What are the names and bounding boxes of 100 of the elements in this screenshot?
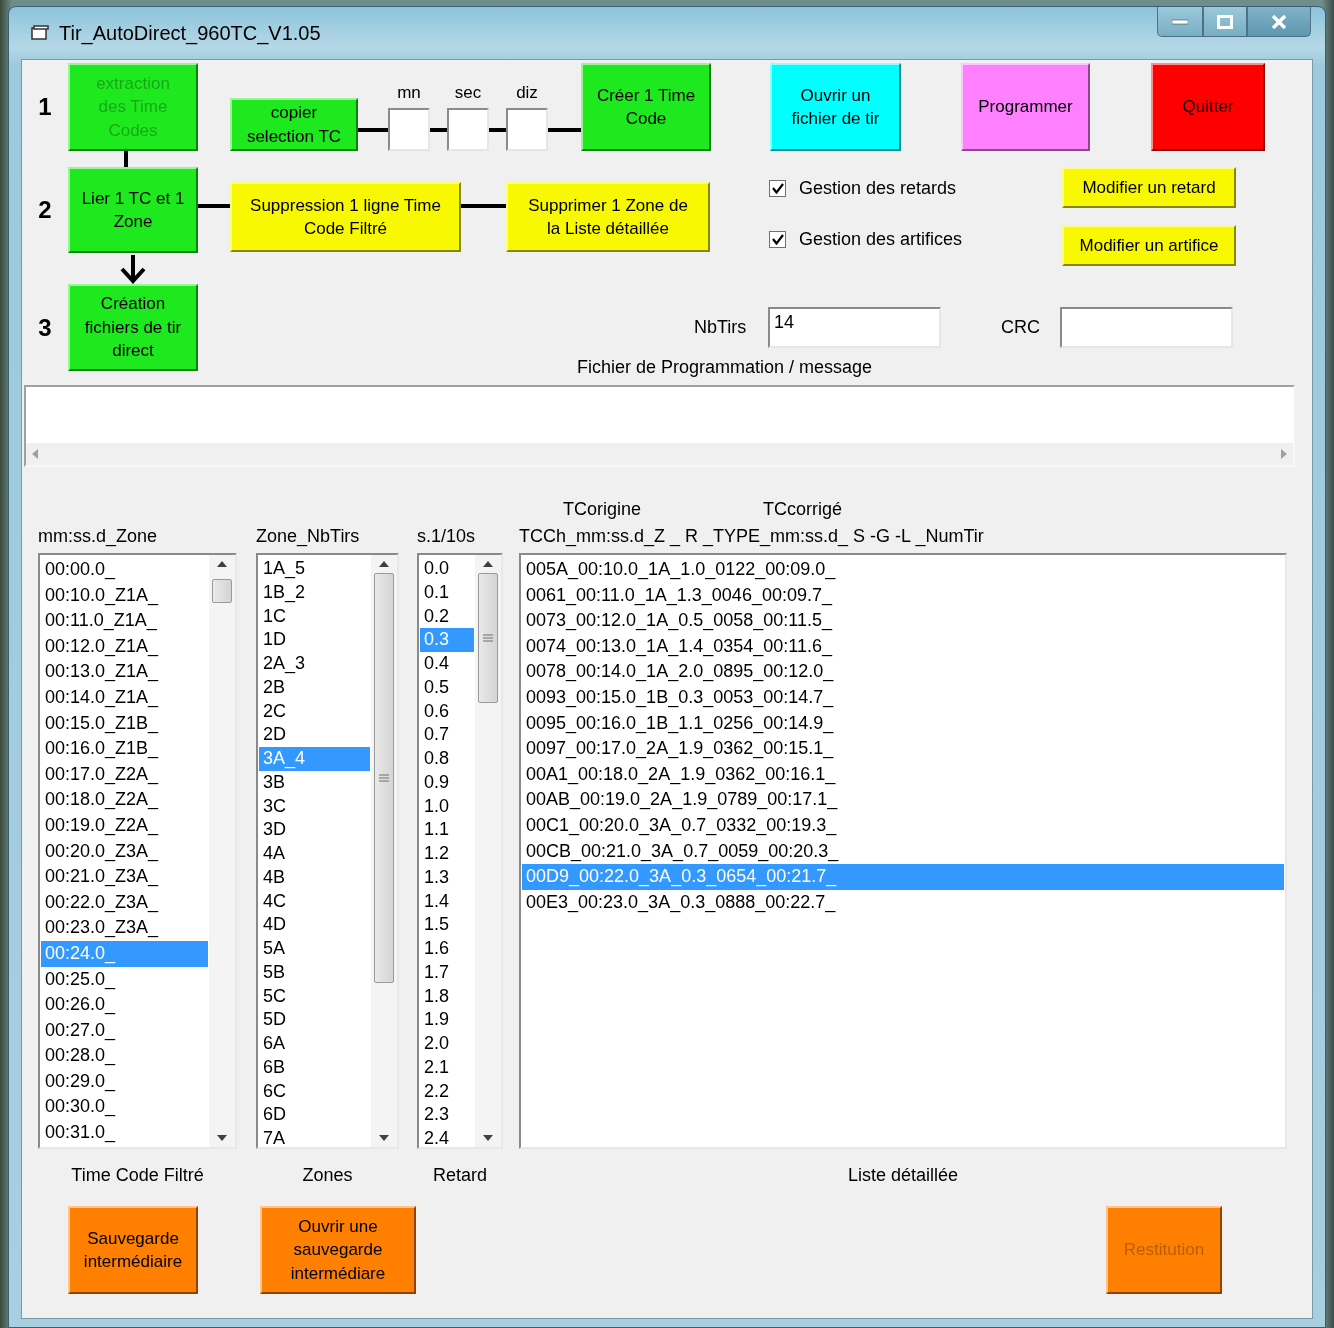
scrollbar[interactable]: [209, 555, 235, 1147]
scroll-thumb[interactable]: [478, 573, 498, 703]
list-item[interactable]: 1D: [259, 628, 370, 652]
scroll-up-icon[interactable]: [483, 561, 493, 567]
list-item[interactable]: 1B_2: [259, 580, 370, 605]
list-item[interactable]: 0.1: [420, 580, 474, 605]
list-box[interactable]: [519, 553, 1287, 1149]
action-button[interactable]: Ouvrir un fichier de tir: [770, 63, 901, 151]
scroll-down-icon[interactable]: [379, 1135, 389, 1141]
scroll-up-icon[interactable]: [379, 561, 389, 567]
list-item[interactable]: 2.1: [420, 1055, 474, 1080]
time-input[interactable]: [447, 108, 489, 151]
list-item[interactable]: 4D: [259, 913, 370, 937]
save-button[interactable]: Ouvrir une sauvegarde intermédiare: [260, 1206, 416, 1294]
list-item[interactable]: 4B: [259, 865, 370, 890]
list-item[interactable]: 0078_00:14.0_1A_2.0_0895_00:12.0_: [522, 659, 1284, 685]
list-item[interactable]: 00:00.0_: [41, 557, 208, 583]
list-item[interactable]: 1.5: [420, 913, 474, 937]
list-item[interactable]: 2D: [259, 723, 370, 747]
list-item[interactable]: 00:18.0_Z2A_: [41, 787, 208, 813]
list-item[interactable]: 5D: [259, 1008, 370, 1032]
list-item[interactable]: 0.0: [420, 557, 474, 581]
list-item[interactable]: 2.3: [420, 1103, 474, 1127]
scroll-down-icon[interactable]: [483, 1135, 493, 1141]
list-item[interactable]: 00E3_00:23.0_3A_0.3_0888_00:22.7_: [522, 889, 1284, 916]
list-item[interactable]: 00:29.0_: [41, 1068, 208, 1095]
list-item[interactable]: 00:14.0_Z1A_: [41, 684, 208, 711]
list-item[interactable]: 00:27.0_: [41, 1017, 208, 1044]
list-item[interactable]: 00:15.0_Z1B_: [41, 710, 208, 737]
list-item[interactable]: 3B: [259, 770, 370, 795]
list-item[interactable]: 1.6: [420, 937, 474, 961]
list-item[interactable]: 00:19.0_Z2A_: [41, 812, 208, 839]
list-item[interactable]: 5B: [259, 960, 370, 985]
scroll-down-icon[interactable]: [217, 1135, 227, 1141]
scrollbar[interactable]: [475, 555, 501, 1147]
list-item[interactable]: 2.0: [420, 1032, 474, 1056]
delete-line-button[interactable]: Suppression 1 ligne Time Code Filtré: [230, 182, 461, 252]
nbtirs-input[interactable]: 14: [768, 307, 941, 348]
list-item[interactable]: 0.6: [420, 699, 474, 724]
scroll-left-icon[interactable]: [32, 449, 38, 459]
list-item[interactable]: 00:30.0_: [41, 1094, 208, 1121]
list-item[interactable]: 00C1_00:20.0_3A_0.7_0332_00:19.3_: [522, 812, 1284, 839]
create-button[interactable]: Créer 1 Time Code: [581, 63, 711, 151]
list-item[interactable]: 0073_00:12.0_1A_0.5_0058_00:11.5_: [522, 608, 1284, 634]
list-item[interactable]: 0.5: [420, 675, 474, 700]
message-box[interactable]: [24, 385, 1295, 467]
list-item[interactable]: 00:16.0_Z1B_: [41, 736, 208, 762]
list-item[interactable]: 0.7: [420, 723, 474, 747]
list-item[interactable]: 2B: [259, 675, 370, 700]
list-item[interactable]: 1.2: [420, 842, 474, 866]
list-item[interactable]: 6A: [259, 1032, 370, 1056]
list-box[interactable]: 0.0 0.1 0.2 0.3 0.4 0.5 0.6 0.7 0.8 0.9 1.0 1.1 1.2 1.3 1.4 1.5 1.6 1.7 1.8 1.9 2.0 2.1 2.2 2.3 2.4: [417, 553, 503, 1149]
list-item[interactable]: 00:26.0_: [41, 992, 208, 1018]
list-item[interactable]: 0095_00:16.0_1B_1.1_0256_00:14.9_: [522, 710, 1284, 737]
modify-button[interactable]: Modifier un retard: [1062, 167, 1236, 208]
list-item[interactable]: 2A_3: [259, 652, 370, 676]
save-button[interactable]: Sauvegarde intermédiaire: [68, 1206, 198, 1294]
list-item[interactable]: 2C: [259, 699, 370, 724]
checkbox[interactable]: [769, 180, 786, 197]
list-item[interactable]: 00:12.0_Z1A_: [41, 633, 208, 660]
action-button[interactable]: Quitter: [1151, 63, 1265, 151]
maximize-button[interactable]: [1203, 7, 1247, 37]
list-item[interactable]: 0.8: [420, 747, 474, 771]
modify-button[interactable]: Modifier un artifice: [1062, 225, 1236, 266]
list-item[interactable]: 00:10.0_Z1A_: [41, 582, 208, 609]
checkbox[interactable]: [769, 231, 786, 248]
list-item[interactable]: 00:25.0_: [41, 966, 208, 993]
list-item[interactable]: 00CB_00:21.0_3A_0.7_0059_00:20.3_: [522, 838, 1284, 865]
list-item[interactable]: 3C: [259, 794, 370, 819]
list-item[interactable]: 1.3: [420, 865, 474, 890]
create-files-button[interactable]: Création fichiers de tir direct: [68, 284, 198, 371]
list-item[interactable]: 00:31.0_: [41, 1120, 208, 1146]
list-item[interactable]: 0.2: [420, 604, 474, 629]
list-box[interactable]: [38, 553, 237, 1149]
list-item[interactable]: 7A: [259, 1127, 370, 1147]
crc-input[interactable]: [1060, 307, 1233, 348]
list-item[interactable]: 00:22.0_Z3A_: [41, 889, 208, 916]
list-item[interactable]: 2.4: [420, 1127, 474, 1147]
list-item[interactable]: 00:17.0_Z2A_: [41, 761, 208, 788]
list-item[interactable]: 1.1: [420, 818, 474, 842]
list-item[interactable]: 3D: [259, 818, 370, 842]
list-item[interactable]: 1.4: [420, 889, 474, 914]
copy-button[interactable]: copier selection TC: [230, 98, 358, 151]
list-item[interactable]: 6B: [259, 1055, 370, 1080]
list-item[interactable]: 0.4: [420, 652, 474, 676]
list-item[interactable]: 00:13.0_Z1A_: [41, 659, 208, 685]
minimize-button[interactable]: [1157, 7, 1203, 37]
list-item[interactable]: 1.8: [420, 984, 474, 1009]
list-item[interactable]: 005A_00:10.0_1A_1.0_0122_00:09.0_: [522, 557, 1284, 583]
list-item[interactable]: 00:21.0_Z3A_: [41, 864, 208, 890]
list-item[interactable]: 1C: [259, 604, 370, 629]
list-box[interactable]: 1A_5 1B_2 1C 1D 2A_3 2B 2C 2D 3A_4 3B 3C 3D 4A 4B 4C 4D 5A 5B 5C 5D 6A 6B 6C 6D 7A: [256, 553, 399, 1149]
scroll-right-icon[interactable]: [1281, 449, 1287, 459]
time-input[interactable]: [506, 108, 548, 151]
list-item[interactable]: 4A: [259, 842, 370, 866]
list-item[interactable]: 6C: [259, 1079, 370, 1104]
link-button[interactable]: Lier 1 TC et 1 Zone: [68, 167, 198, 253]
horizontal-scrollbar[interactable]: [26, 443, 1293, 465]
list-item[interactable]: 00:11.0_Z1A_: [41, 608, 208, 634]
action-button[interactable]: Programmer: [961, 63, 1090, 151]
